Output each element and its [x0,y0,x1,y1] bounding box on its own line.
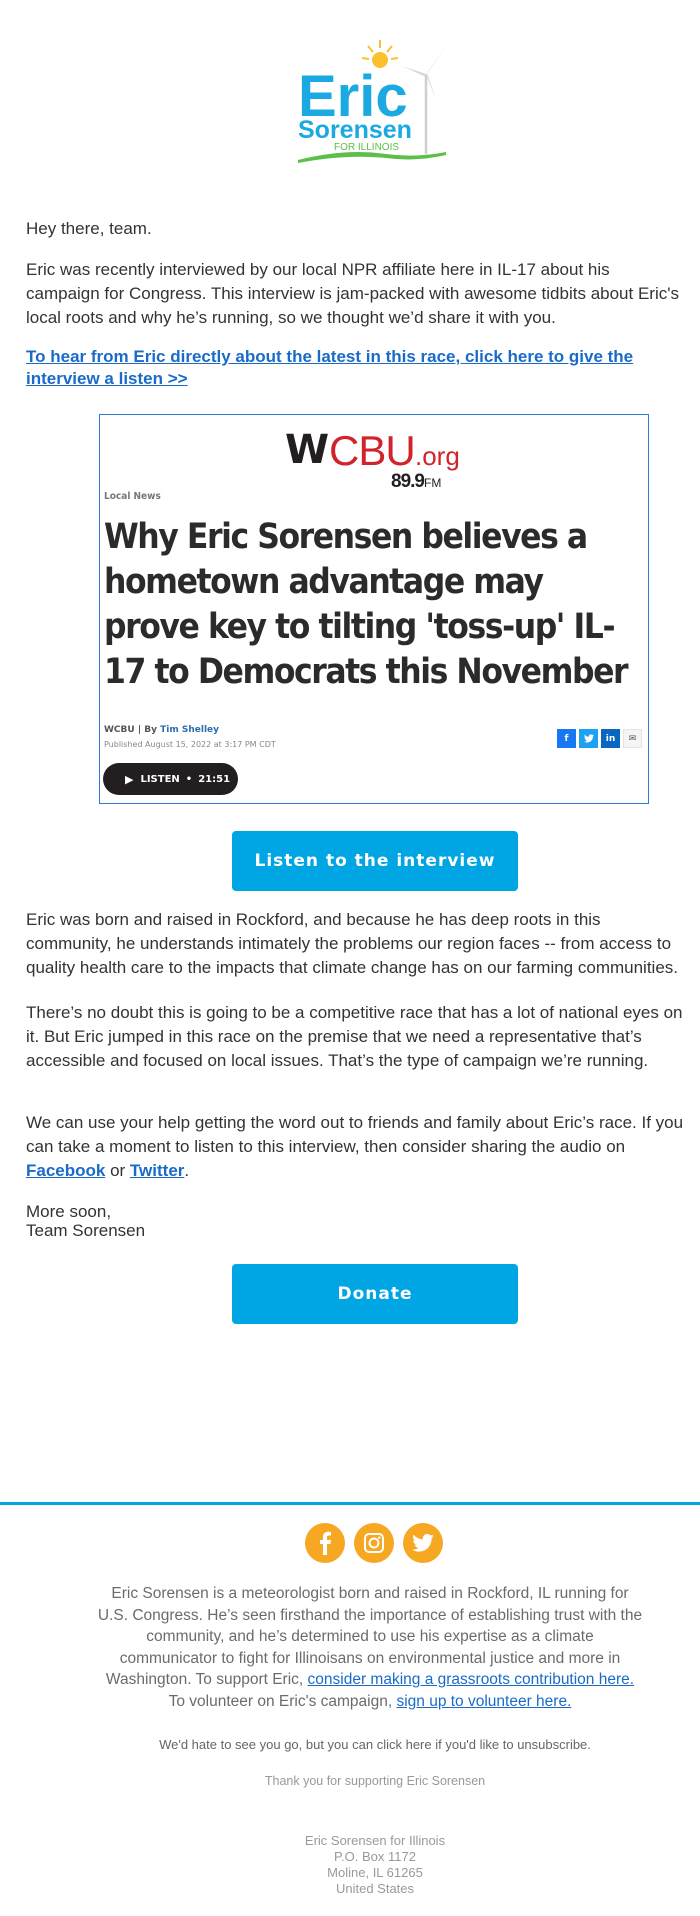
bio-support-line: Washington. To support Eric, consider ma… [60,1669,680,1691]
period-text: . [184,1161,190,1180]
volunteer-prefix: To volunteer on Eric's campaign, [168,1692,397,1710]
instagram-icon[interactable] [354,1523,394,1563]
support-prefix: Washington. To support Eric, [105,1671,308,1688]
share-links-line: Facebook or Twitter. [26,1159,700,1183]
contribution-link[interactable]: consider making a grassroots contributio… [308,1671,635,1688]
wcbu-logo-org: .org [415,441,460,471]
social-links [305,1523,443,1563]
background-line: community, he understands intimately the… [26,934,672,953]
share-line: can take a moment to listen to this inte… [26,1137,626,1156]
share-icons: f in ✉ [557,729,642,748]
race-line: accessible and focused on local issues. … [26,1051,649,1070]
byline-prefix: WCBU | By [104,725,161,735]
twitter-icon[interactable] [403,1523,443,1563]
wcbu-fm: FM [423,476,442,490]
wcbu-logo-w: W [285,427,329,473]
published-date: Published August 15, 2022 at 3:17 PM CDT [104,740,276,749]
facebook-share-link[interactable]: Facebook [26,1161,105,1180]
email-share-icon: ✉ [623,729,642,748]
header: Eric Sorensen FOR ILLINOIS [0,36,700,166]
background-paragraph: Eric was born and raised in Rockford, an… [26,908,700,980]
news-section-label: Local News [104,491,161,502]
wcbu-freq-number: 89.9 [391,471,425,492]
intro-line: local roots and why he’s running, so we … [26,308,556,327]
address-line: United States [335,1881,415,1896]
listen-separator: • [185,773,193,785]
cta-paragraph: To hear from Eric directly about the lat… [26,346,686,390]
intro-line: Eric was recently interviewed by our loc… [26,260,610,279]
address-line: Eric Sorensen for Illinois [304,1833,446,1848]
share-line: We can use your help getting the word ou… [26,1113,684,1132]
wcbu-frequency: 89.9FM [391,471,441,493]
byline-author: Tim Shelley [160,725,219,735]
volunteer-link[interactable]: sign up to volunteer here. [396,1693,571,1710]
intro-paragraph: Eric was recently interviewed by our loc… [26,258,700,330]
news-byline: WCBU | By Tim Shelley [104,725,219,735]
listen-interview-link[interactable]: To hear from Eric directly about the lat… [26,347,633,388]
wcbu-logo: W CBU .org 89.9FM [285,427,485,492]
bio-line: communicator to fight for Illinoisans on… [119,1649,621,1667]
share-paragraph: We can use your help getting the word ou… [26,1111,700,1183]
linkedin-share-icon: in [601,729,620,748]
bio-line: Eric Sorensen is a meteorologist born an… [111,1585,629,1602]
address-line: P.O. Box 1172 [334,1849,416,1864]
audio-duration: 21:51 [198,773,231,785]
news-article-preview[interactable]: W CBU .org 89.9FM Local News Why Eric So… [99,414,649,804]
race-line: it. But Eric jumped in this race on the … [26,1027,642,1046]
logo-surname: Sorensen [298,116,412,144]
logo-tagline: FOR ILLINOIS [334,142,399,153]
race-paragraph: There’s no doubt this is going to be a c… [26,1001,700,1073]
address-line: Moline, IL 61265 [327,1865,423,1880]
bio-line: community, and he’s determined to use hi… [146,1628,594,1645]
listen-label: LISTEN [140,773,180,785]
wcbu-logo-cbu: CBU [329,427,416,474]
background-line: quality health care to the impacts that … [26,958,679,977]
bio-volunteer-line: To volunteer on Eric's campaign, sign up… [60,1691,680,1713]
facebook-share-icon: f [557,729,576,748]
footer-bio: Eric Sorensen is a meteorologist born an… [60,1583,680,1712]
footer-divider [0,1502,700,1505]
greeting: Hey there, team. [26,219,152,238]
thanks-text: Thank you for supporting Eric Sorensen [264,1774,486,1788]
logo-swoosh [298,152,446,163]
signature: Team Sorensen [26,1221,146,1240]
listen-to-interview-button[interactable]: Listen to the interview [232,831,518,891]
audio-listen-pill: ▶ LISTEN • 21:51 [103,763,238,795]
campaign-logo: Eric Sorensen FOR ILLINOIS [298,40,451,163]
unsubscribe-text[interactable]: We'd hate to see you go, but you can cli… [0,1737,700,1752]
mailing-address: Eric Sorensen for Illinois P.O. Box 1172… [0,1833,700,1897]
bio-line: U.S. Congress. He’s seen firsthand the i… [97,1606,643,1624]
intro-line: campaign for Congress. This interview is… [26,284,679,303]
donate-button[interactable]: Donate [232,1264,518,1324]
background-line: Eric was born and raised in Rockford, an… [26,910,601,929]
or-text: or [105,1161,130,1180]
facebook-icon[interactable] [305,1523,345,1563]
twitter-share-link[interactable]: Twitter [130,1161,184,1180]
twitter-share-icon [579,729,598,748]
news-headline: Why Eric Sorensen believes a hometown ad… [104,517,629,692]
play-icon: ▶ [125,772,134,786]
race-line: There’s no doubt this is going to be a c… [26,1003,683,1022]
